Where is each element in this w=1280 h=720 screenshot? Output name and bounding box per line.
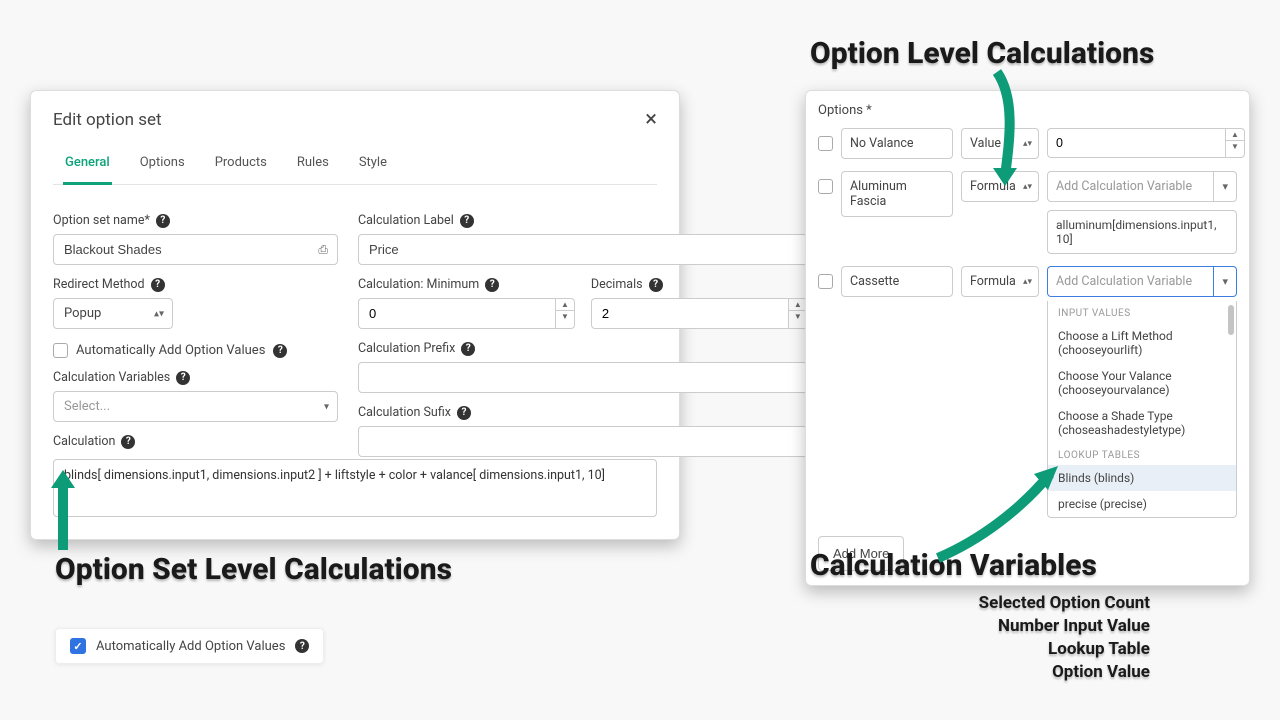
annotation-line: Selected Option Count xyxy=(870,592,1150,615)
calc-label-label: Calculation Label xyxy=(358,213,454,228)
chevron-down-icon: ▾ xyxy=(324,401,329,412)
dropdown-group-label: LOOKUP TABLES xyxy=(1048,443,1236,465)
auto-add-checkbox-card: ✓ Automatically Add Option Values ? xyxy=(55,628,324,664)
help-icon[interactable]: ? xyxy=(485,278,499,292)
calc-prefix-input[interactable] xyxy=(358,362,808,393)
calc-label-input[interactable] xyxy=(358,234,808,265)
annotation-option-level: Option Level Calculations xyxy=(810,36,1154,71)
step-up-icon[interactable]: ▲ xyxy=(1226,129,1244,141)
calc-variable-dropdown: INPUT VALUES Choose a Lift Method (choos… xyxy=(1047,301,1237,518)
calc-vars-label: Calculation Variables xyxy=(53,370,170,385)
annotation-line: Number Input Value xyxy=(870,615,1150,638)
help-icon[interactable]: ? xyxy=(295,639,309,653)
auto-add-label: Automatically Add Option Values xyxy=(96,639,285,654)
calc-variable-select[interactable]: Add Calculation Variable ▾ xyxy=(1047,171,1237,202)
option-name-input[interactable]: No Valance xyxy=(841,128,953,159)
annotation-option-set-level: Option Set Level Calculations xyxy=(55,552,452,587)
option-type-select[interactable]: Formula ▴▾ xyxy=(961,266,1039,297)
chevron-updown-icon: ▴▾ xyxy=(1023,277,1032,287)
auto-add-checkbox-checked[interactable]: ✓ xyxy=(70,638,86,654)
redirect-method-value: Popup xyxy=(64,306,101,321)
dropdown-item[interactable]: Blinds (blinds) xyxy=(1048,465,1236,491)
decimals-input[interactable] xyxy=(591,298,788,329)
dropdown-item[interactable]: Choose Your Valance (chooseyourvalance) xyxy=(1048,363,1236,403)
help-icon[interactable]: ? xyxy=(461,342,475,356)
step-down-icon[interactable]: ▼ xyxy=(556,311,574,322)
option-formula-input[interactable]: alluminum[dimensions.input1, 10] xyxy=(1047,210,1237,254)
auto-add-checkbox[interactable] xyxy=(53,343,68,358)
auto-add-label: Automatically Add Option Values xyxy=(76,343,265,358)
dropdown-item[interactable]: Choose a Shade Type (choseashadestyletyp… xyxy=(1048,403,1236,443)
calc-suffix-input[interactable] xyxy=(358,426,808,457)
tab-rules[interactable]: Rules xyxy=(295,145,331,184)
option-checkbox[interactable] xyxy=(818,136,833,151)
arrow-icon xyxy=(985,68,1045,188)
help-icon[interactable]: ? xyxy=(121,435,135,449)
close-icon[interactable]: × xyxy=(645,109,657,131)
option-set-name-input[interactable] xyxy=(53,234,338,265)
annotation-line: Lookup Table xyxy=(870,638,1150,661)
calc-suffix-label: Calculation Sufix xyxy=(358,405,451,420)
dropdown-item[interactable]: Choose a Lift Method (chooseyourlift) xyxy=(1048,323,1236,363)
calc-vars-placeholder: Select... xyxy=(64,399,110,414)
arrow-icon xyxy=(45,470,105,560)
modal-title: Edit option set xyxy=(53,110,162,130)
chevron-down-icon: ▾ xyxy=(1214,266,1237,297)
help-icon[interactable]: ? xyxy=(460,214,474,228)
chevron-down-icon: ▾ xyxy=(1214,171,1237,202)
translate-icon[interactable]: ⎙ xyxy=(318,242,328,257)
calc-min-stepper[interactable]: ▲▼ xyxy=(358,298,575,329)
decimals-label: Decimals xyxy=(591,277,643,292)
edit-option-set-modal: Edit option set × General Options Produc… xyxy=(30,90,680,540)
dropdown-group-label: INPUT VALUES xyxy=(1048,301,1236,323)
dropdown-item[interactable]: precise (precise) xyxy=(1048,491,1236,517)
chevron-updown-icon: ▴▾ xyxy=(154,308,164,319)
help-icon[interactable]: ? xyxy=(151,278,165,292)
calc-variable-placeholder: Add Calculation Variable xyxy=(1047,266,1214,297)
option-number-stepper[interactable]: ▲▼ xyxy=(1047,128,1245,158)
help-icon[interactable]: ? xyxy=(156,214,170,228)
option-number-input[interactable] xyxy=(1047,128,1225,158)
option-name-input[interactable]: Cassette xyxy=(841,266,953,297)
decimals-stepper[interactable]: ▲▼ xyxy=(591,298,808,329)
tabs: General Options Products Rules Style xyxy=(53,145,657,185)
calc-variable-placeholder: Add Calculation Variable xyxy=(1047,171,1214,202)
step-down-icon[interactable]: ▼ xyxy=(1226,141,1244,152)
help-icon[interactable]: ? xyxy=(649,278,663,292)
calc-variable-select[interactable]: Add Calculation Variable ▾ xyxy=(1047,266,1237,297)
help-icon[interactable]: ? xyxy=(457,406,471,420)
help-icon[interactable]: ? xyxy=(273,344,287,358)
tab-options[interactable]: Options xyxy=(138,145,187,184)
option-name-input[interactable]: Aluminum Fascia xyxy=(841,171,953,217)
tab-products[interactable]: Products xyxy=(213,145,269,184)
step-up-icon[interactable]: ▲ xyxy=(556,299,574,311)
calc-vars-select[interactable]: Select... ▾ xyxy=(53,391,338,422)
calc-min-input[interactable] xyxy=(358,298,555,329)
redirect-method-label: Redirect Method xyxy=(53,277,145,292)
calc-min-label: Calculation: Minimum xyxy=(358,277,479,292)
option-checkbox[interactable] xyxy=(818,179,833,194)
annotation-line: Option Value xyxy=(870,661,1150,684)
calculation-textarea[interactable]: blinds[ dimensions.input1, dimensions.in… xyxy=(53,459,657,517)
help-icon[interactable]: ? xyxy=(176,371,190,385)
scrollbar-thumb[interactable] xyxy=(1228,305,1234,335)
arrow-icon xyxy=(930,460,1070,570)
option-checkbox[interactable] xyxy=(818,274,833,289)
tab-style[interactable]: Style xyxy=(357,145,389,184)
calculation-label: Calculation xyxy=(53,434,115,449)
option-set-name-label: Option set name* xyxy=(53,213,150,228)
tab-general[interactable]: General xyxy=(63,145,112,185)
calc-prefix-label: Calculation Prefix xyxy=(358,341,455,356)
redirect-method-select[interactable]: Popup ▴▾ xyxy=(53,298,173,329)
